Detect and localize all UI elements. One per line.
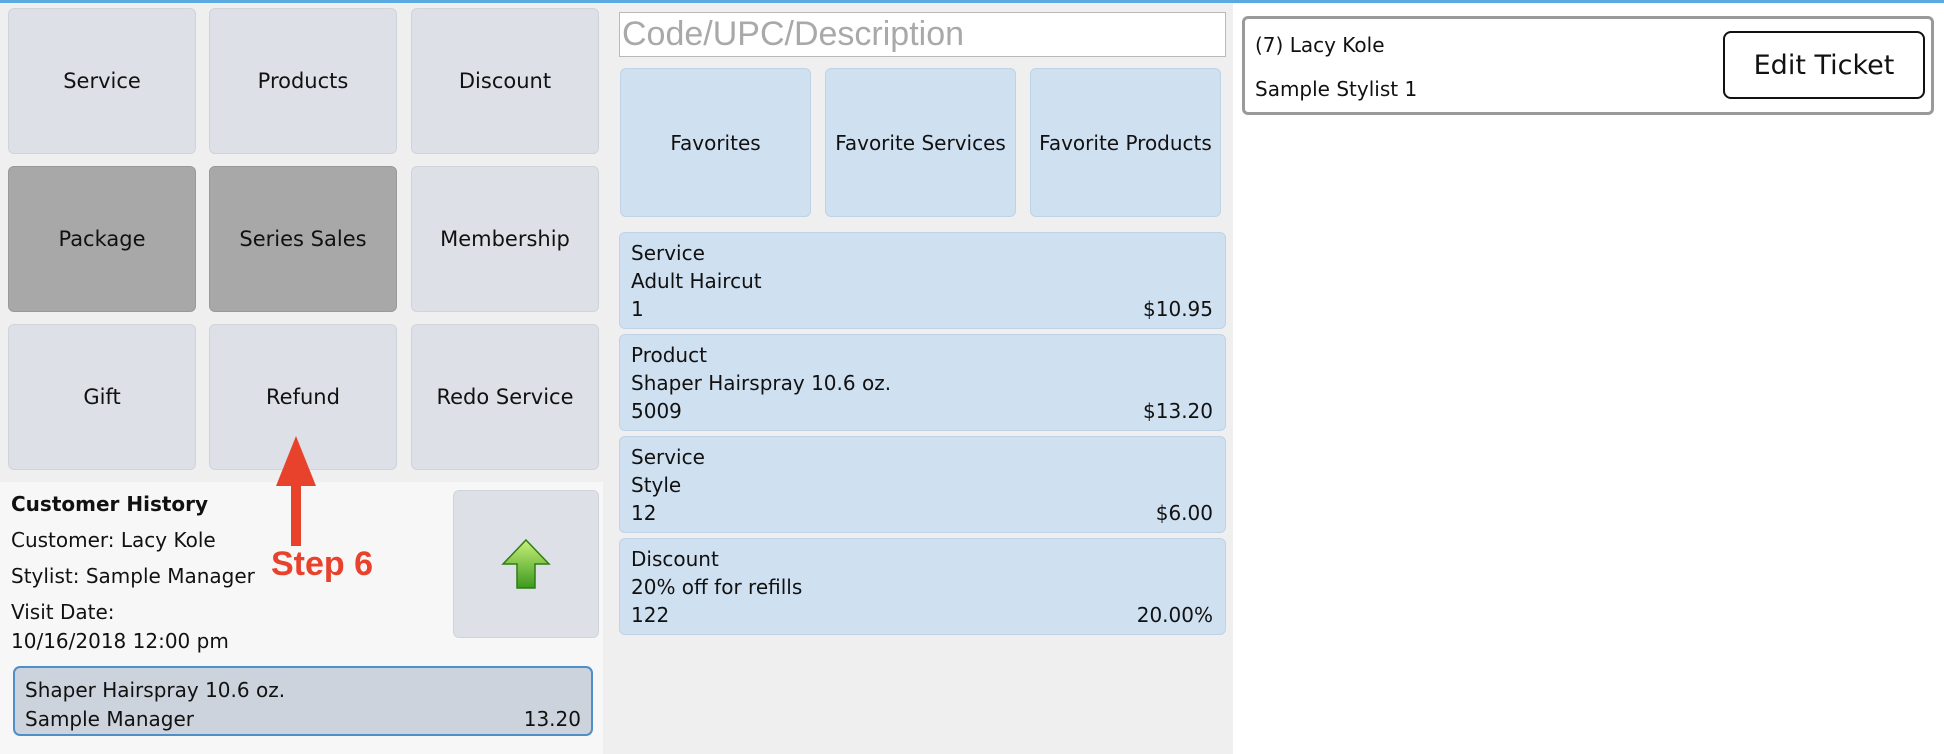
ticket-stylist: Sample Stylist 1 xyxy=(1255,77,1418,101)
edit-ticket-button[interactable]: Edit Ticket xyxy=(1723,31,1925,99)
customer-history-title: Customer History xyxy=(11,492,209,516)
ticket-item-code: 5009 xyxy=(631,399,682,423)
history-item-name: Shaper Hairspray 10.6 oz. xyxy=(25,678,286,702)
ticket-item-price: $6.00 xyxy=(1155,501,1213,525)
ticket-item-price: $13.20 xyxy=(1143,399,1213,423)
service-button[interactable]: Service xyxy=(8,8,196,154)
discount-button[interactable]: Discount xyxy=(411,8,599,154)
membership-button[interactable]: Membership xyxy=(411,166,599,312)
ticket-item-type: Service xyxy=(631,445,705,469)
ticket-item-name: Shaper Hairspray 10.6 oz. xyxy=(631,371,892,395)
ticket-card[interactable]: (7) Lacy Kole Sample Stylist 1 Edit Tick… xyxy=(1242,16,1934,115)
history-customer: Customer: Lacy Kole xyxy=(11,528,216,552)
series-sales-button[interactable]: Series Sales xyxy=(209,166,397,312)
ticket-item[interactable]: Discount 20% off for refills 122 20.00% xyxy=(619,538,1226,635)
ticket-item[interactable]: Product Shaper Hairspray 10.6 oz. 5009 $… xyxy=(619,334,1226,431)
favorite-services-button[interactable]: Favorite Services xyxy=(825,68,1016,217)
green-up-arrow-icon xyxy=(501,538,551,589)
favorites-button[interactable]: Favorites xyxy=(620,68,811,217)
scroll-up-button[interactable] xyxy=(453,490,599,638)
ticket-item-type: Discount xyxy=(631,547,719,571)
history-item-price: 13.20 xyxy=(523,707,581,731)
gift-button[interactable]: Gift xyxy=(8,324,196,470)
ticket-item-type: Product xyxy=(631,343,707,367)
history-item[interactable]: Shaper Hairspray 10.6 oz. Sample Manager… xyxy=(13,666,593,736)
ticket-item[interactable]: Service Adult Haircut 1 $10.95 xyxy=(619,232,1226,329)
search-input[interactable] xyxy=(619,12,1226,57)
history-visit-date-label: Visit Date: xyxy=(11,600,115,624)
products-button[interactable]: Products xyxy=(209,8,397,154)
package-button[interactable]: Package xyxy=(8,166,196,312)
ticket-item-code: 1 xyxy=(631,297,644,321)
ticket-item-name: 20% off for refills xyxy=(631,575,803,599)
ticket-item-name: Style xyxy=(631,473,682,497)
history-stylist: Stylist: Sample Manager xyxy=(11,564,255,588)
redo-service-button[interactable]: Redo Service xyxy=(411,324,599,470)
history-visit-date: 10/16/2018 12:00 pm xyxy=(11,629,229,653)
favorite-products-button[interactable]: Favorite Products xyxy=(1030,68,1221,217)
history-item-stylist: Sample Manager xyxy=(25,707,195,731)
ticket-item-type: Service xyxy=(631,241,705,265)
ticket-item-code: 122 xyxy=(631,603,670,627)
ticket-item[interactable]: Service Style 12 $6.00 xyxy=(619,436,1226,533)
step-label: Step 6 xyxy=(271,545,374,583)
ticket-item-price: 20.00% xyxy=(1136,603,1213,627)
ticket-item-code: 12 xyxy=(631,501,657,525)
ticket-customer: (7) Lacy Kole xyxy=(1255,33,1385,57)
red-annotation-arrow-icon xyxy=(276,436,316,546)
ticket-item-price: $10.95 xyxy=(1143,297,1213,321)
ticket-item-name: Adult Haircut xyxy=(631,269,762,293)
